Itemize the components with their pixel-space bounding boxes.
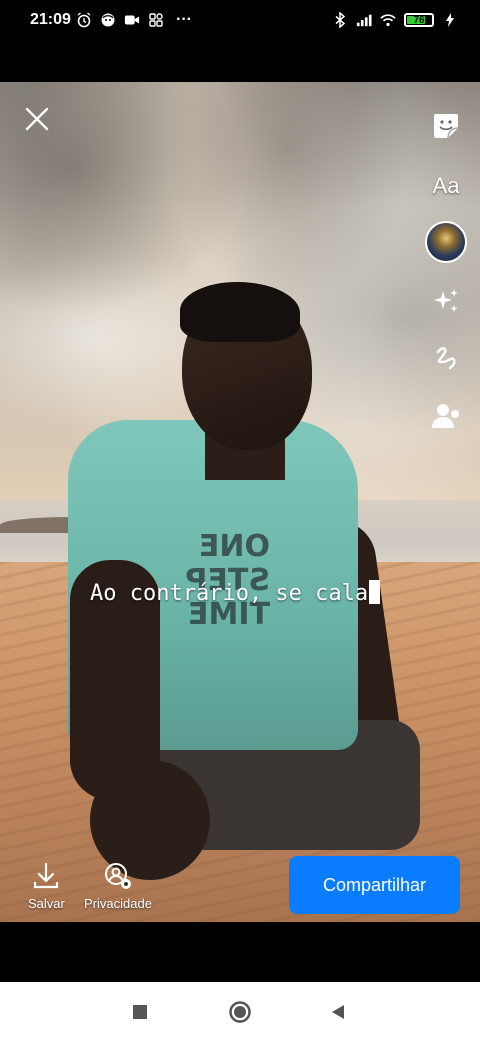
status-left-icons: ··· bbox=[76, 11, 196, 28]
signal-icon bbox=[356, 12, 372, 28]
navigation-bar bbox=[0, 982, 480, 1040]
tag-person-button[interactable] bbox=[420, 394, 472, 438]
close-button[interactable] bbox=[22, 104, 52, 134]
text-tool-button[interactable]: Aa bbox=[420, 164, 472, 208]
avatar-sticker-button[interactable] bbox=[420, 220, 472, 264]
close-icon bbox=[25, 107, 49, 131]
bluetooth-icon bbox=[332, 12, 348, 28]
privacy-label: Privacidade bbox=[84, 896, 152, 911]
wifi-icon bbox=[380, 12, 396, 28]
video-icon bbox=[124, 12, 140, 28]
avatar bbox=[425, 221, 467, 263]
draw-button[interactable] bbox=[420, 336, 472, 380]
scribble-icon bbox=[436, 347, 456, 370]
caption-text-field[interactable]: Ao contrário, se cala bbox=[90, 580, 381, 606]
status-bar: 21:09 ··· 76 bbox=[0, 0, 480, 44]
more-notifications-icon: ··· bbox=[176, 11, 192, 28]
privacy-settings-icon bbox=[104, 863, 131, 889]
alarm-icon bbox=[76, 12, 92, 28]
sparkle-icon bbox=[434, 289, 458, 312]
home-circle-icon bbox=[229, 1001, 251, 1023]
battery-icon: 76 bbox=[404, 13, 434, 27]
status-time: 21:09 bbox=[30, 11, 71, 28]
person-hair bbox=[180, 282, 300, 342]
save-button[interactable]: Salvar bbox=[28, 862, 65, 911]
shirt-print-line-1: ONE bbox=[198, 529, 270, 564]
home-button[interactable] bbox=[228, 1000, 252, 1024]
download-icon bbox=[34, 862, 59, 889]
text-cursor bbox=[369, 580, 381, 604]
share-button[interactable]: Compartilhar bbox=[289, 856, 460, 914]
battery-level-text: 76 bbox=[413, 14, 425, 26]
privacy-button[interactable]: Privacidade bbox=[84, 862, 152, 911]
status-right-icons: 76 bbox=[332, 12, 458, 28]
effects-button[interactable] bbox=[420, 279, 472, 323]
caption-text: Ao contrário, se cala bbox=[90, 581, 369, 606]
tag-person-icon bbox=[432, 404, 459, 428]
app-icon bbox=[148, 12, 164, 28]
charging-icon bbox=[442, 12, 458, 28]
save-label: Salvar bbox=[28, 896, 65, 911]
face-icon bbox=[100, 12, 116, 28]
square-icon bbox=[133, 1005, 147, 1019]
back-triangle-icon bbox=[332, 1005, 344, 1019]
sticker-icon bbox=[434, 114, 459, 139]
back-button[interactable] bbox=[326, 1000, 350, 1024]
sticker-button[interactable] bbox=[420, 104, 472, 148]
recents-button[interactable] bbox=[128, 1000, 152, 1024]
